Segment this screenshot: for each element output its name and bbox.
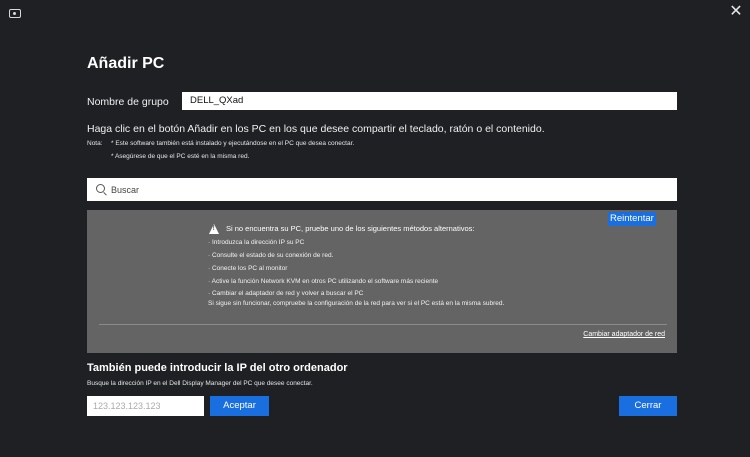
method-item: · Active la función Network KVM en otros… (208, 278, 439, 285)
close-button[interactable]: Cerrar (619, 396, 677, 416)
divider (99, 324, 667, 325)
method-item: · Introduzca la dirección IP su PC (208, 239, 305, 246)
accept-button[interactable]: Aceptar (210, 396, 269, 416)
search-results-area: Si no encuentra su PC, pruebe uno de los… (87, 210, 677, 353)
note-item: * Asegúrese de que el PC esté en la mism… (111, 153, 250, 160)
ip-address-input[interactable] (87, 396, 204, 416)
monitor-icon (9, 9, 21, 18)
search-box[interactable] (87, 178, 677, 201)
ip-section-subtitle: Busque la dirección IP en el Dell Displa… (87, 380, 313, 387)
warning-text: Si no encuentra su PC, pruebe uno de los… (226, 224, 475, 233)
add-pc-panel: Añadir PC Nombre de grupo Haga clic en e… (87, 0, 677, 457)
retry-button[interactable]: Reintentar (608, 212, 656, 226)
note-label: Nota: (87, 140, 103, 147)
search-icon (96, 184, 105, 193)
warning-icon (209, 224, 219, 234)
method-item: · Conecte los PC al monitor (208, 265, 288, 272)
change-adapter-link[interactable]: Cambiar adaptador de red (583, 331, 665, 338)
page-title: Añadir PC (87, 55, 165, 72)
ip-section-title: También puede introducir la IP del otro … (87, 362, 348, 374)
method-item: Si sigue sin funcionar, compruebe la con… (208, 300, 505, 307)
method-item: · Cambiar el adaptador de red y volver a… (208, 290, 364, 297)
close-icon[interactable]: ✕ (726, 2, 746, 22)
search-input[interactable] (111, 178, 651, 201)
group-name-input[interactable] (182, 92, 677, 110)
group-name-label: Nombre de grupo (87, 96, 169, 108)
note-item: * Este software también está instalado y… (111, 140, 355, 147)
method-item: · Consulte el estado de su conexión de r… (208, 252, 334, 259)
instruction-text: Haga clic en el botón Añadir en los PC e… (87, 123, 545, 135)
